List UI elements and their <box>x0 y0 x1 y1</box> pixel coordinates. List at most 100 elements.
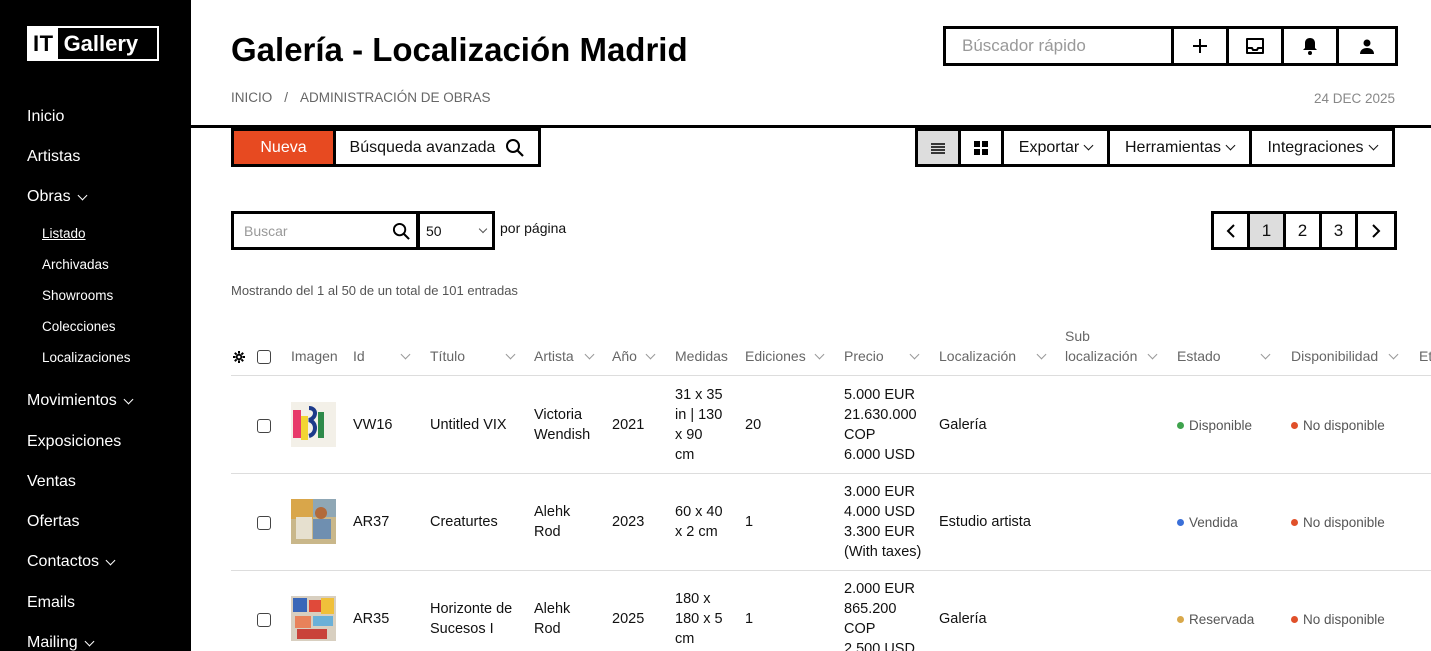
status-dot <box>1177 519 1184 526</box>
cell-line: 2.000 EUR <box>844 581 915 597</box>
sidebar-item-obras[interactable]: Obras <box>27 188 88 206</box>
col-label: Et <box>1419 348 1431 364</box>
col-label: Precio <box>844 348 884 364</box>
current-date: 24 DEC 2025 <box>1313 91 1395 106</box>
cell-line: (With taxes) <box>844 544 922 560</box>
availability-dot <box>1291 519 1298 526</box>
new-button[interactable]: Nueva <box>234 131 336 164</box>
status-dot <box>1177 616 1184 623</box>
table-search-placeholder: Buscar <box>244 222 288 239</box>
prev-page-button[interactable] <box>1214 214 1250 247</box>
row-checkbox[interactable] <box>257 516 271 530</box>
col-precio[interactable]: Precio <box>844 346 920 366</box>
table-search-input[interactable]: Buscar <box>231 211 419 250</box>
tools-dropdown[interactable]: Herramientas <box>1110 131 1252 164</box>
sidebar-subitem-localizaciones[interactable]: Localizaciones <box>42 350 131 365</box>
sidebar-item-exposiciones[interactable]: Exposiciones <box>27 433 121 451</box>
col-imagen: Imagen <box>291 346 341 366</box>
cell-line: 60 x 40 <box>675 504 723 520</box>
sort-chevron-icon <box>909 349 920 360</box>
cell-localizacion: Galería <box>939 611 987 627</box>
logo-gallery: Gallery <box>63 30 139 56</box>
artwork-thumbnail[interactable] <box>291 499 336 544</box>
table-row[interactable]: AR35 Horizonte de Sucesos I Alehk Rod 20… <box>231 571 1431 651</box>
col-localizacion[interactable]: Localización <box>939 346 1047 366</box>
advanced-search-label: Búsqueda avanzada <box>349 138 496 156</box>
pagination: 1 2 3 <box>1211 211 1397 250</box>
sort-chevron-icon <box>645 349 656 360</box>
notifications-button[interactable] <box>1284 29 1339 63</box>
cell-id: AR37 <box>353 514 390 530</box>
sort-chevron-icon <box>584 349 595 360</box>
chevron-down-icon <box>77 190 88 200</box>
col-label: Id <box>353 348 365 364</box>
status-dot <box>1177 422 1184 429</box>
sidebar-item-movimientos[interactable]: Movimientos <box>27 392 134 410</box>
col-id[interactable]: Id <box>353 346 411 366</box>
chevron-down-icon <box>105 555 116 565</box>
cell-line: COP <box>844 621 876 637</box>
inbox-button[interactable] <box>1229 29 1284 63</box>
col-ediciones[interactable]: Ediciones <box>745 346 825 366</box>
app-logo[interactable]: IT Gallery <box>27 26 159 61</box>
table-row[interactable]: AR37 Creaturtes Alehk Rod 2023 60 x 40 x… <box>231 474 1431 571</box>
col-disponibilidad[interactable]: Disponibilidad <box>1291 346 1399 366</box>
add-button[interactable] <box>1174 29 1229 63</box>
export-label: Exportar <box>1018 138 1080 156</box>
grid-view-button[interactable] <box>961 131 1004 164</box>
col-estado[interactable]: Estado <box>1177 346 1271 366</box>
col-artista[interactable]: Artista <box>534 346 595 366</box>
page-1-button[interactable]: 1 <box>1250 214 1286 247</box>
page-3-button[interactable]: 3 <box>1322 214 1358 247</box>
table-row[interactable]: VW16 Untitled VIX Victoria Wendish 2021 … <box>231 377 1431 474</box>
breadcrumb-separator: / <box>284 90 289 105</box>
availability-badge: No disponible <box>1291 418 1385 433</box>
cell-line: Alehk <box>534 601 571 617</box>
row-checkbox[interactable] <box>257 613 271 627</box>
sidebar-item-inicio[interactable]: Inicio <box>27 108 64 126</box>
col-titulo[interactable]: Título <box>430 346 516 366</box>
quick-search-input[interactable]: Búscador rápido <box>946 29 1174 63</box>
sidebar-item-emails[interactable]: Emails <box>27 594 75 612</box>
page-2-button[interactable]: 2 <box>1286 214 1322 247</box>
next-page-button[interactable] <box>1358 214 1394 247</box>
sidebar-subitem-listado[interactable]: Listado <box>42 226 86 241</box>
export-dropdown[interactable]: Exportar <box>1004 131 1110 164</box>
sidebar-item-mailing[interactable]: Mailing <box>27 634 95 651</box>
cell-ediciones: 1 <box>745 611 754 627</box>
col-label: Título <box>430 348 466 364</box>
cell-medidas: 31 x 35 in | 130 x 90 cm <box>675 385 723 465</box>
cell-id: VW16 <box>353 417 393 433</box>
cell-line: 865.200 <box>844 601 897 617</box>
col-sub-localizacion[interactable]: Sub localización <box>1065 326 1158 366</box>
sidebar-item-artistas[interactable]: Artistas <box>27 148 80 166</box>
advanced-search-button[interactable]: Búsqueda avanzada <box>336 131 538 164</box>
sidebar-subitem-showrooms[interactable]: Showrooms <box>42 288 113 303</box>
user-button[interactable] <box>1339 29 1395 63</box>
chevron-down-icon <box>123 394 134 404</box>
artwork-thumbnail[interactable] <box>291 596 336 641</box>
breadcrumb-home[interactable]: INICIO <box>231 90 272 105</box>
artwork-thumbnail[interactable] <box>291 402 336 447</box>
sidebar-item-contactos[interactable]: Contactos <box>27 553 116 571</box>
sidebar-subitem-colecciones[interactable]: Colecciones <box>42 319 116 334</box>
breadcrumb-current: ADMINISTRACIÓN DE OBRAS <box>300 90 491 105</box>
per-page-select[interactable]: 50 <box>417 211 495 250</box>
sidebar-item-ofertas[interactable]: Ofertas <box>27 513 79 531</box>
cell-titulo[interactable]: Untitled VIX <box>430 415 507 435</box>
sidebar: IT Gallery Inicio Artistas Obras Listado… <box>0 0 191 651</box>
search-icon <box>392 222 410 240</box>
cell-line: 2.500 USD <box>844 641 915 651</box>
row-checkbox[interactable] <box>257 419 271 433</box>
sidebar-subitem-archivadas[interactable]: Archivadas <box>42 257 109 272</box>
list-view-button[interactable] <box>918 131 961 164</box>
integrations-dropdown[interactable]: Integraciones <box>1252 131 1392 164</box>
select-all-checkbox[interactable] <box>257 350 271 364</box>
chevron-down-icon <box>1368 140 1378 151</box>
sidebar-item-ventas[interactable]: Ventas <box>27 473 76 491</box>
cell-titulo[interactable]: Creaturtes <box>430 512 498 532</box>
gear-icon[interactable] <box>233 351 245 363</box>
col-anio[interactable]: Año <box>612 346 656 366</box>
cell-titulo[interactable]: Horizonte de Sucesos I <box>430 599 512 639</box>
breadcrumb: INICIO / ADMINISTRACIÓN DE OBRAS <box>231 90 491 105</box>
